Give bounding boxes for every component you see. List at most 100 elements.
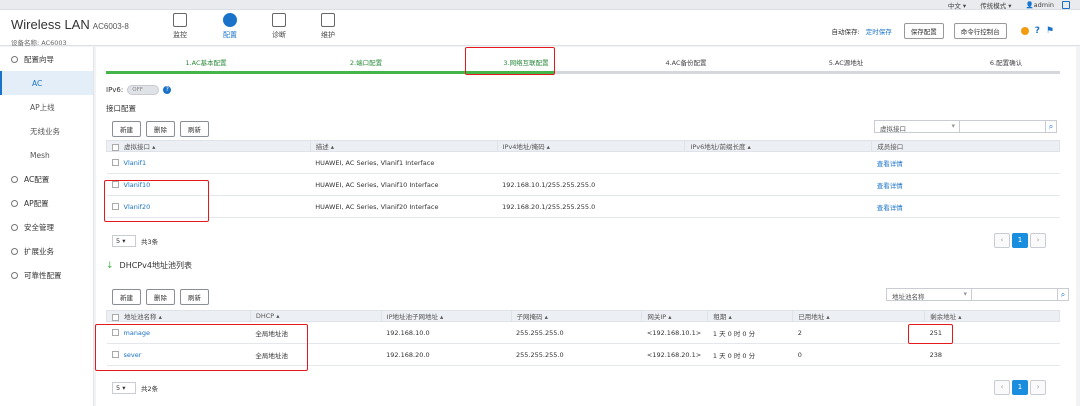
interface-link[interactable]: Vlanif1: [124, 159, 147, 167]
sidebar-item-extension[interactable]: 扩展业务: [0, 239, 93, 263]
column-header[interactable]: 剩余地址 ▴: [924, 310, 1060, 322]
interface-link[interactable]: Vlanif20: [124, 203, 151, 211]
wizard-step[interactable]: 5.AC源地址: [766, 57, 926, 67]
refresh-button[interactable]: 刷新: [180, 121, 209, 137]
ipv6-label: IPv6:: [106, 86, 124, 94]
alert-icon[interactable]: [1020, 27, 1029, 35]
page-size-select[interactable]: 5 ▾: [112, 382, 136, 394]
nav-monitor[interactable]: 监控: [160, 13, 200, 40]
gateway-cell: <192.168.20.1>: [641, 343, 708, 366]
free-cell: 238: [924, 343, 1060, 366]
help-icon[interactable]: ?: [163, 86, 172, 94]
gateway-cell: <192.168.10.1>: [641, 321, 708, 344]
sidebar-item-ac[interactable]: AC: [0, 71, 93, 95]
ipv6-toggle[interactable]: OFF: [127, 85, 160, 95]
interface-name-cell: Vlanif20: [106, 195, 311, 218]
column-header[interactable]: 租期 ▴: [707, 310, 794, 322]
collapse-arrow-icon[interactable]: ↓: [106, 261, 114, 271]
column-header[interactable]: IPv4地址/掩码 ▴: [496, 140, 686, 152]
sidebar-item-ap-config[interactable]: AP配置: [0, 191, 93, 215]
new-button[interactable]: 新建: [112, 289, 141, 305]
interface-link[interactable]: Vlanif10: [124, 181, 151, 189]
column-header[interactable]: 地址池名称 ▴: [106, 310, 251, 322]
nav-maintenance[interactable]: 维护: [308, 13, 348, 40]
dhcp-section-title-label: DHCPv4地址池列表: [119, 261, 192, 270]
column-header[interactable]: 虚拟接口 ▴: [106, 140, 311, 152]
sidebar-item-mesh[interactable]: Mesh: [0, 143, 93, 167]
flag-icon[interactable]: ⚑: [1046, 26, 1054, 36]
wizard-step[interactable]: 1.AC基本配置: [126, 57, 286, 67]
row-checkbox[interactable]: [111, 329, 119, 336]
cli-console-button[interactable]: 命令行控制台: [953, 23, 1007, 39]
row-checkbox[interactable]: [111, 181, 119, 188]
sidebar-item-label: AC配置: [24, 174, 50, 184]
current-page-button[interactable]: 1: [1012, 380, 1028, 395]
dhcp-section-title[interactable]: ↓ DHCPv4地址池列表: [106, 260, 192, 271]
next-page-button[interactable]: ›: [1030, 233, 1046, 248]
wizard-step-current[interactable]: 3.网络互联配置: [446, 57, 606, 67]
sidebar-item-wireless-service[interactable]: 无线业务: [0, 119, 93, 143]
header: Wireless LAN AC6003-8 设备名称: AC6003 监控 配置 …: [0, 10, 1080, 47]
new-button[interactable]: 新建: [112, 121, 141, 137]
user-menu[interactable]: 👤admin: [1026, 1, 1054, 9]
interface-section-title: 接口配置: [106, 104, 136, 113]
row-checkbox[interactable]: [111, 159, 119, 166]
search-icon[interactable]: ⌕: [1046, 120, 1057, 133]
refresh-button[interactable]: 刷新: [180, 289, 209, 305]
nav-diagnose[interactable]: 诊断: [259, 13, 299, 40]
sidebar-item-label: Mesh: [30, 150, 50, 160]
page-size-value: 5: [116, 237, 121, 245]
help-icon[interactable]: ?: [1035, 26, 1040, 36]
column-header[interactable]: IP地址池子网地址 ▴: [380, 310, 512, 322]
wizard-step[interactable]: 6.配置确认: [926, 57, 1080, 67]
row-checkbox[interactable]: [111, 203, 119, 210]
pool-link[interactable]: manage: [124, 329, 151, 337]
current-page-button[interactable]: 1: [1012, 233, 1028, 248]
nav-config[interactable]: 配置: [210, 13, 250, 40]
dhcp-search-field-select[interactable]: 地址池名称: [886, 288, 972, 301]
search-icon[interactable]: ⌕: [1058, 288, 1069, 301]
nav-monitor-label: 监控: [173, 31, 187, 39]
column-header[interactable]: IPv6地址/前缀长度 ▴: [684, 140, 873, 152]
column-header[interactable]: 子网掩码 ▴: [510, 310, 643, 322]
mode-select[interactable]: 传统模式 ▾: [980, 0, 1011, 10]
sidebar-item-security[interactable]: 安全管理: [0, 215, 93, 239]
sidebar-item-label: 可靠性配置: [24, 270, 62, 280]
column-header[interactable]: 网关IP ▴: [641, 310, 709, 322]
interface-table: 虚拟接口 ▴ 描述 ▴ IPv4地址/掩码 ▴ IPv6地址/前缀长度 ▴ 成员…: [106, 140, 1060, 218]
table-row: Vlanif1 HUAWEI, AC Series, Vlanif1 Inter…: [106, 151, 1060, 174]
view-details-link[interactable]: 查看详情: [877, 182, 903, 190]
dhcp-search-input[interactable]: [972, 288, 1058, 301]
select-all-checkbox[interactable]: [112, 313, 119, 321]
save-config-button[interactable]: 保存配置: [903, 23, 944, 39]
sidebar-item-ap-online[interactable]: AP上线: [0, 95, 93, 119]
logout-icon[interactable]: [1062, 1, 1070, 9]
prev-page-button[interactable]: ‹: [994, 380, 1010, 395]
interface-search-input[interactable]: [960, 120, 1046, 133]
desc-cell: HUAWEI, AC Series, Vlanif10 Interface: [310, 173, 498, 196]
row-checkbox[interactable]: [111, 351, 119, 358]
select-all-checkbox[interactable]: [112, 143, 119, 151]
next-page-button[interactable]: ›: [1030, 380, 1046, 395]
language-select[interactable]: 中文 ▾: [948, 0, 966, 10]
sidebar-item-wizard[interactable]: 配置向导: [0, 47, 93, 71]
page-size-select[interactable]: 5 ▾: [112, 235, 136, 247]
mask-cell: 255.255.255.0: [511, 321, 642, 344]
autosave-link[interactable]: 定时保存: [866, 26, 892, 36]
wizard-step[interactable]: 2.端口配置: [286, 57, 446, 67]
delete-button[interactable]: 删除: [146, 289, 175, 305]
column-header[interactable]: 已用地址 ▴: [792, 310, 926, 322]
prev-page-button[interactable]: ‹: [994, 233, 1010, 248]
column-header[interactable]: DHCP ▴: [249, 310, 382, 322]
wizard-step[interactable]: 4.AC备份配置: [606, 57, 766, 67]
desc-cell: HUAWEI, AC Series, Vlanif20 Interface: [310, 195, 498, 218]
view-details-link[interactable]: 查看详情: [877, 160, 903, 168]
column-header[interactable]: 描述 ▴: [309, 140, 498, 152]
interface-search-field-select[interactable]: 虚拟接口: [874, 120, 960, 133]
sidebar-item-reliability[interactable]: 可靠性配置: [0, 263, 93, 287]
sidebar: 配置向导 AC AP上线 无线业务 Mesh AC配置 AP配置 安全管理 扩展…: [0, 47, 94, 406]
view-details-link[interactable]: 查看详情: [877, 204, 903, 212]
sidebar-item-ac-config[interactable]: AC配置: [0, 167, 93, 191]
pool-link[interactable]: sever: [124, 351, 142, 359]
delete-button[interactable]: 删除: [146, 121, 175, 137]
